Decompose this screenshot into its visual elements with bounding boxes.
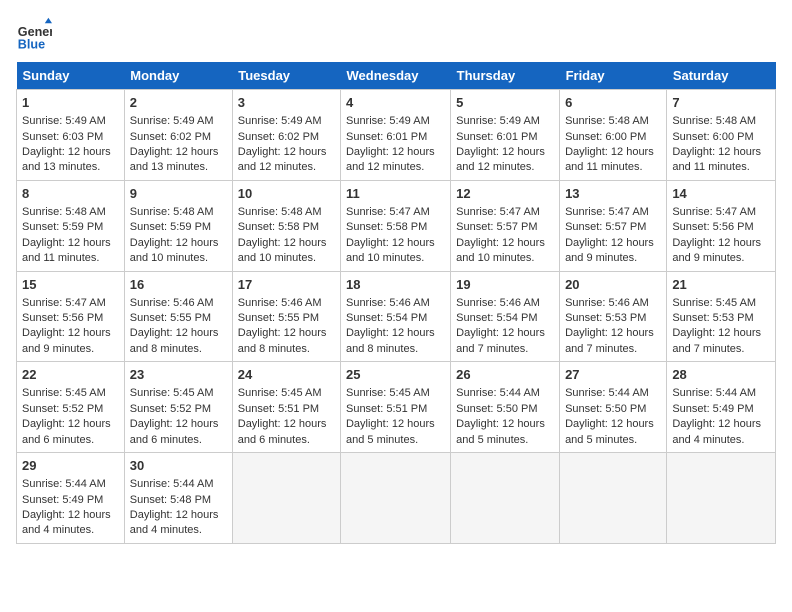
col-header-friday: Friday	[560, 62, 667, 90]
day-number: 25	[346, 366, 445, 384]
day-number: 20	[565, 276, 661, 294]
calendar-cell: 17Sunrise: 5:46 AMSunset: 5:55 PMDayligh…	[232, 271, 340, 362]
day-number: 30	[130, 457, 227, 475]
calendar-cell: 14Sunrise: 5:47 AMSunset: 5:56 PMDayligh…	[667, 180, 776, 271]
calendar-cell: 18Sunrise: 5:46 AMSunset: 5:54 PMDayligh…	[340, 271, 450, 362]
day-number: 5	[456, 94, 554, 112]
svg-text:Blue: Blue	[18, 37, 45, 51]
calendar-cell: 3Sunrise: 5:49 AMSunset: 6:02 PMDaylight…	[232, 90, 340, 181]
day-number: 26	[456, 366, 554, 384]
col-header-tuesday: Tuesday	[232, 62, 340, 90]
day-number: 27	[565, 366, 661, 384]
logo-icon: General Blue	[16, 16, 52, 52]
day-number: 29	[22, 457, 119, 475]
day-number: 17	[238, 276, 335, 294]
calendar-cell	[340, 453, 450, 544]
day-number: 1	[22, 94, 119, 112]
day-number: 21	[672, 276, 770, 294]
calendar-cell: 16Sunrise: 5:46 AMSunset: 5:55 PMDayligh…	[124, 271, 232, 362]
day-number: 15	[22, 276, 119, 294]
calendar-cell: 29Sunrise: 5:44 AMSunset: 5:49 PMDayligh…	[17, 453, 125, 544]
day-number: 7	[672, 94, 770, 112]
day-number: 6	[565, 94, 661, 112]
page-header: General Blue	[16, 16, 776, 52]
calendar-cell: 2Sunrise: 5:49 AMSunset: 6:02 PMDaylight…	[124, 90, 232, 181]
calendar-cell	[667, 453, 776, 544]
calendar-cell: 1Sunrise: 5:49 AMSunset: 6:03 PMDaylight…	[17, 90, 125, 181]
calendar-cell: 25Sunrise: 5:45 AMSunset: 5:51 PMDayligh…	[340, 362, 450, 453]
col-header-monday: Monday	[124, 62, 232, 90]
day-number: 18	[346, 276, 445, 294]
calendar-cell: 4Sunrise: 5:49 AMSunset: 6:01 PMDaylight…	[340, 90, 450, 181]
calendar-cell: 24Sunrise: 5:45 AMSunset: 5:51 PMDayligh…	[232, 362, 340, 453]
calendar-week-2: 8Sunrise: 5:48 AMSunset: 5:59 PMDaylight…	[17, 180, 776, 271]
col-header-sunday: Sunday	[17, 62, 125, 90]
calendar-table: SundayMondayTuesdayWednesdayThursdayFrid…	[16, 62, 776, 544]
calendar-cell: 13Sunrise: 5:47 AMSunset: 5:57 PMDayligh…	[560, 180, 667, 271]
day-number: 16	[130, 276, 227, 294]
day-number: 11	[346, 185, 445, 203]
day-number: 28	[672, 366, 770, 384]
day-number: 24	[238, 366, 335, 384]
day-number: 14	[672, 185, 770, 203]
calendar-week-4: 22Sunrise: 5:45 AMSunset: 5:52 PMDayligh…	[17, 362, 776, 453]
calendar-cell: 26Sunrise: 5:44 AMSunset: 5:50 PMDayligh…	[451, 362, 560, 453]
col-header-thursday: Thursday	[451, 62, 560, 90]
day-number: 12	[456, 185, 554, 203]
day-number: 19	[456, 276, 554, 294]
calendar-cell: 9Sunrise: 5:48 AMSunset: 5:59 PMDaylight…	[124, 180, 232, 271]
day-number: 23	[130, 366, 227, 384]
calendar-cell: 12Sunrise: 5:47 AMSunset: 5:57 PMDayligh…	[451, 180, 560, 271]
day-number: 10	[238, 185, 335, 203]
calendar-week-1: 1Sunrise: 5:49 AMSunset: 6:03 PMDaylight…	[17, 90, 776, 181]
calendar-cell	[232, 453, 340, 544]
calendar-week-5: 29Sunrise: 5:44 AMSunset: 5:49 PMDayligh…	[17, 453, 776, 544]
day-number: 4	[346, 94, 445, 112]
calendar-cell: 22Sunrise: 5:45 AMSunset: 5:52 PMDayligh…	[17, 362, 125, 453]
day-number: 3	[238, 94, 335, 112]
calendar-cell: 23Sunrise: 5:45 AMSunset: 5:52 PMDayligh…	[124, 362, 232, 453]
calendar-cell	[560, 453, 667, 544]
day-number: 2	[130, 94, 227, 112]
day-number: 22	[22, 366, 119, 384]
calendar-cell: 11Sunrise: 5:47 AMSunset: 5:58 PMDayligh…	[340, 180, 450, 271]
calendar-week-3: 15Sunrise: 5:47 AMSunset: 5:56 PMDayligh…	[17, 271, 776, 362]
calendar-cell: 8Sunrise: 5:48 AMSunset: 5:59 PMDaylight…	[17, 180, 125, 271]
calendar-cell: 27Sunrise: 5:44 AMSunset: 5:50 PMDayligh…	[560, 362, 667, 453]
calendar-cell: 28Sunrise: 5:44 AMSunset: 5:49 PMDayligh…	[667, 362, 776, 453]
calendar-cell: 15Sunrise: 5:47 AMSunset: 5:56 PMDayligh…	[17, 271, 125, 362]
calendar-cell	[451, 453, 560, 544]
calendar-cell: 19Sunrise: 5:46 AMSunset: 5:54 PMDayligh…	[451, 271, 560, 362]
day-number: 8	[22, 185, 119, 203]
calendar-cell: 30Sunrise: 5:44 AMSunset: 5:48 PMDayligh…	[124, 453, 232, 544]
col-header-saturday: Saturday	[667, 62, 776, 90]
calendar-cell: 21Sunrise: 5:45 AMSunset: 5:53 PMDayligh…	[667, 271, 776, 362]
calendar-cell: 5Sunrise: 5:49 AMSunset: 6:01 PMDaylight…	[451, 90, 560, 181]
calendar-cell: 7Sunrise: 5:48 AMSunset: 6:00 PMDaylight…	[667, 90, 776, 181]
col-header-wednesday: Wednesday	[340, 62, 450, 90]
calendar-cell: 10Sunrise: 5:48 AMSunset: 5:58 PMDayligh…	[232, 180, 340, 271]
logo: General Blue	[16, 16, 52, 52]
calendar-cell: 6Sunrise: 5:48 AMSunset: 6:00 PMDaylight…	[560, 90, 667, 181]
day-number: 9	[130, 185, 227, 203]
calendar-cell: 20Sunrise: 5:46 AMSunset: 5:53 PMDayligh…	[560, 271, 667, 362]
day-number: 13	[565, 185, 661, 203]
